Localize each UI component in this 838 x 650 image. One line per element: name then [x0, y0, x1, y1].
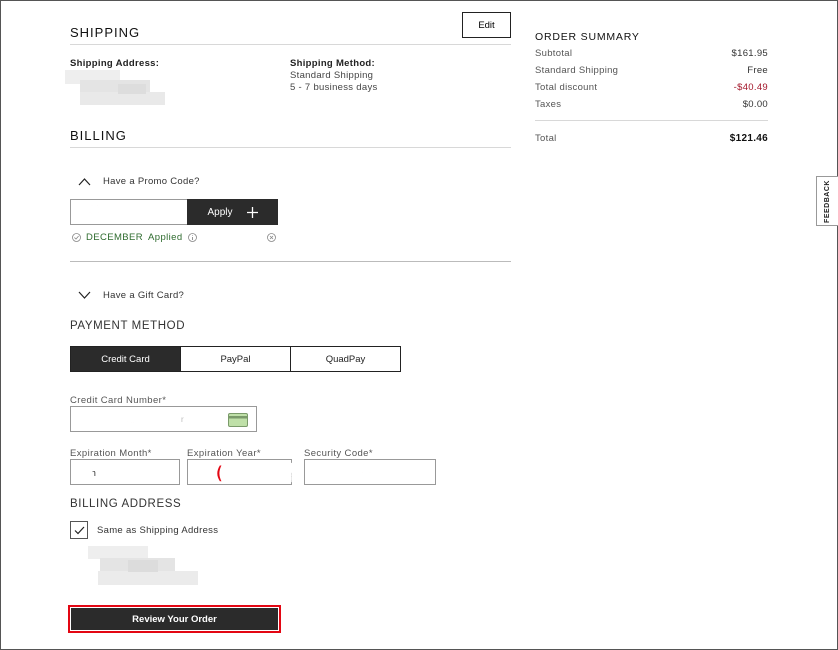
shipping-method-days: 5 - 7 business days — [290, 82, 378, 93]
review-order-highlight: Review Your Order — [68, 605, 281, 633]
summary-value: $161.95 — [731, 48, 768, 59]
summary-label: Standard Shipping — [535, 65, 619, 76]
same-as-shipping-row: Same as Shipping Address — [70, 521, 218, 539]
summary-value: Free — [747, 65, 768, 76]
annotation-exp-year: 년 (카드만료일) — [193, 462, 315, 485]
payment-method-title: PAYMENT METHOD — [70, 320, 186, 332]
promo-code-toggle[interactable]: Have a Promo Code? — [78, 176, 200, 187]
shipping-method-label: Shipping Method: — [290, 58, 376, 69]
shipping-address-label: Shipping Address: — [70, 58, 160, 69]
billing-title: BILLING — [70, 128, 127, 143]
gift-card-toggle[interactable]: Have a Gift Card? — [78, 290, 184, 301]
tab-quadpay[interactable]: QuadPay — [291, 347, 400, 371]
summary-discount-value: -$40.49 — [733, 82, 768, 93]
checkmark-icon — [74, 526, 84, 534]
same-as-shipping-label: Same as Shipping Address — [97, 524, 219, 536]
divider — [70, 147, 511, 148]
divider — [535, 120, 768, 121]
gift-toggle-label: Have a Gift Card? — [103, 290, 185, 301]
summary-value: $0.00 — [742, 99, 768, 110]
tab-credit-card[interactable]: Credit Card — [71, 347, 181, 371]
feedback-tab[interactable]: FEEDBACK — [816, 176, 838, 226]
divider — [70, 44, 511, 45]
apply-promo-button[interactable]: Apply — [187, 199, 278, 225]
divider — [70, 261, 511, 262]
chevron-down-icon — [78, 291, 91, 299]
summary-row: Taxes $0.00 — [535, 99, 768, 110]
tab-paypal[interactable]: PayPal — [181, 347, 291, 371]
payment-tabs: Credit Card PayPal QuadPay — [70, 346, 401, 372]
summary-total-label: Total — [535, 133, 557, 144]
annotation-card-number: 카드번호 — [74, 409, 142, 432]
credit-card-icon — [228, 413, 248, 427]
applied-code: DECEMBER — [86, 232, 144, 243]
summary-label: Taxes — [535, 99, 562, 110]
check-circle-icon — [72, 233, 81, 242]
card-number-hint: r — [181, 415, 184, 424]
chevron-up-icon — [78, 178, 91, 186]
summary-row: Total discount -$40.49 — [535, 82, 768, 93]
shipping-method-value: Standard Shipping — [290, 70, 374, 81]
summary-total-value: $121.46 — [729, 133, 768, 144]
plus-icon — [246, 206, 258, 218]
edit-shipping-button[interactable]: Edit — [462, 12, 511, 38]
feedback-label: FEEDBACK — [824, 179, 832, 223]
annotation-cvv: 카드보안넘버 — [311, 462, 412, 485]
summary-row: Subtotal $161.95 — [535, 48, 768, 59]
annotation-promo: 할인코드 — [72, 203, 140, 226]
info-icon[interactable] — [187, 233, 197, 242]
applied-label: Applied — [148, 232, 183, 243]
annotation-exp-month: 월 — [75, 462, 94, 485]
summary-label: Total discount — [535, 82, 598, 93]
same-as-shipping-checkbox[interactable] — [70, 521, 88, 539]
review-order-button[interactable]: Review Your Order — [71, 608, 278, 630]
promo-toggle-label: Have a Promo Code? — [103, 176, 200, 187]
order-summary-title: ORDER SUMMARY — [535, 31, 640, 43]
summary-row: Standard Shipping Free — [535, 65, 768, 76]
remove-promo-icon[interactable] — [267, 233, 276, 242]
applied-promo: DECEMBER Applied — [72, 232, 197, 243]
apply-label: Apply — [207, 206, 233, 218]
summary-label: Subtotal — [535, 48, 573, 59]
summary-total-row: Total $121.46 — [535, 133, 768, 144]
shipping-title: SHIPPING — [70, 25, 141, 40]
billing-address-title: BILLING ADDRESS — [70, 498, 182, 510]
